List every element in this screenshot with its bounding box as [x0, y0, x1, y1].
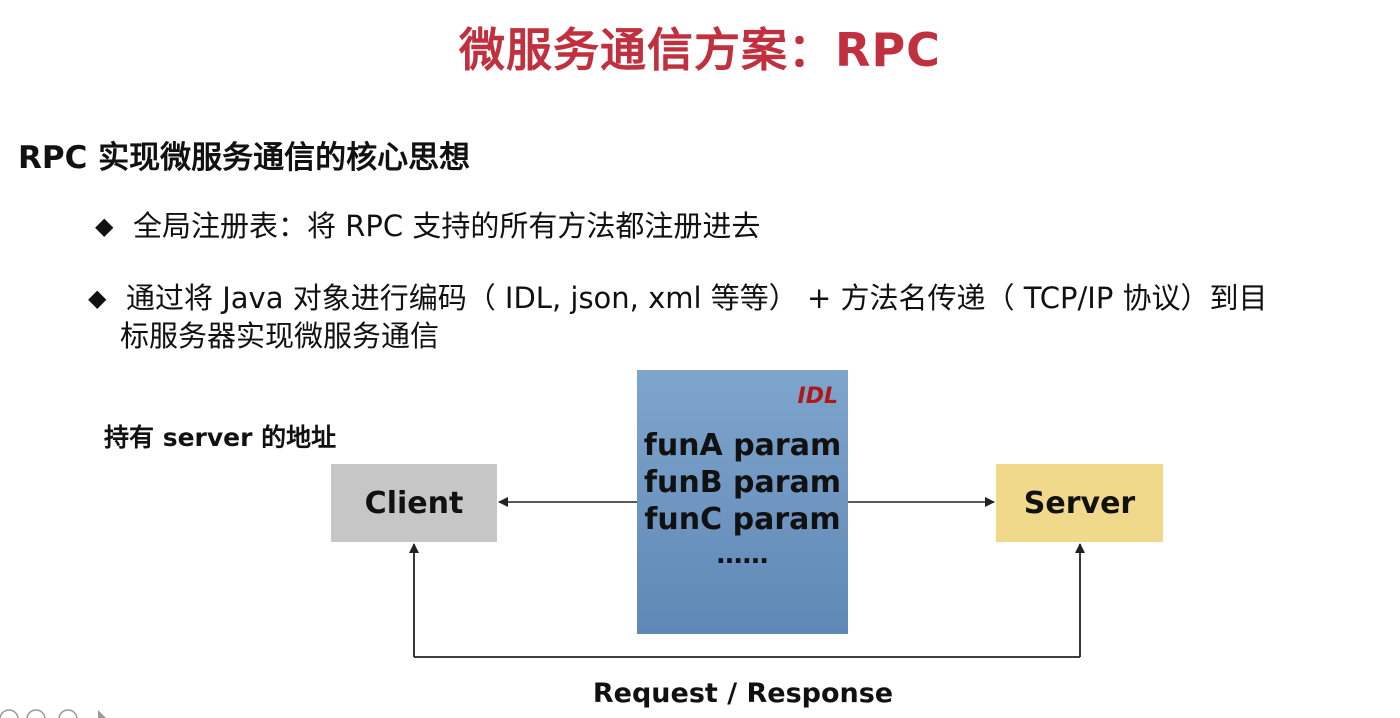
idl-tag: IDL [797, 384, 838, 409]
function-item: funB param [643, 465, 842, 500]
idl-box: IDL funA param funB param funC param …… [637, 370, 848, 634]
server-label: Server [1023, 485, 1136, 521]
prev-slide-icon[interactable] [0, 709, 19, 718]
next-slide-icon[interactable] [98, 710, 106, 718]
server-box: Server [996, 464, 1163, 542]
function-list: funA param funB param funC param …… [637, 427, 848, 572]
slideshow-controls [0, 709, 106, 718]
request-response-label: Request / Response [592, 678, 894, 709]
client-label: Client [364, 485, 464, 521]
client-box: Client [331, 464, 497, 542]
function-item: funC param [644, 502, 841, 537]
function-ellipsis: …… [716, 540, 769, 570]
zoom-icon[interactable] [58, 709, 78, 718]
slide-menu-icon[interactable] [26, 709, 46, 718]
function-item: funA param [643, 428, 842, 463]
